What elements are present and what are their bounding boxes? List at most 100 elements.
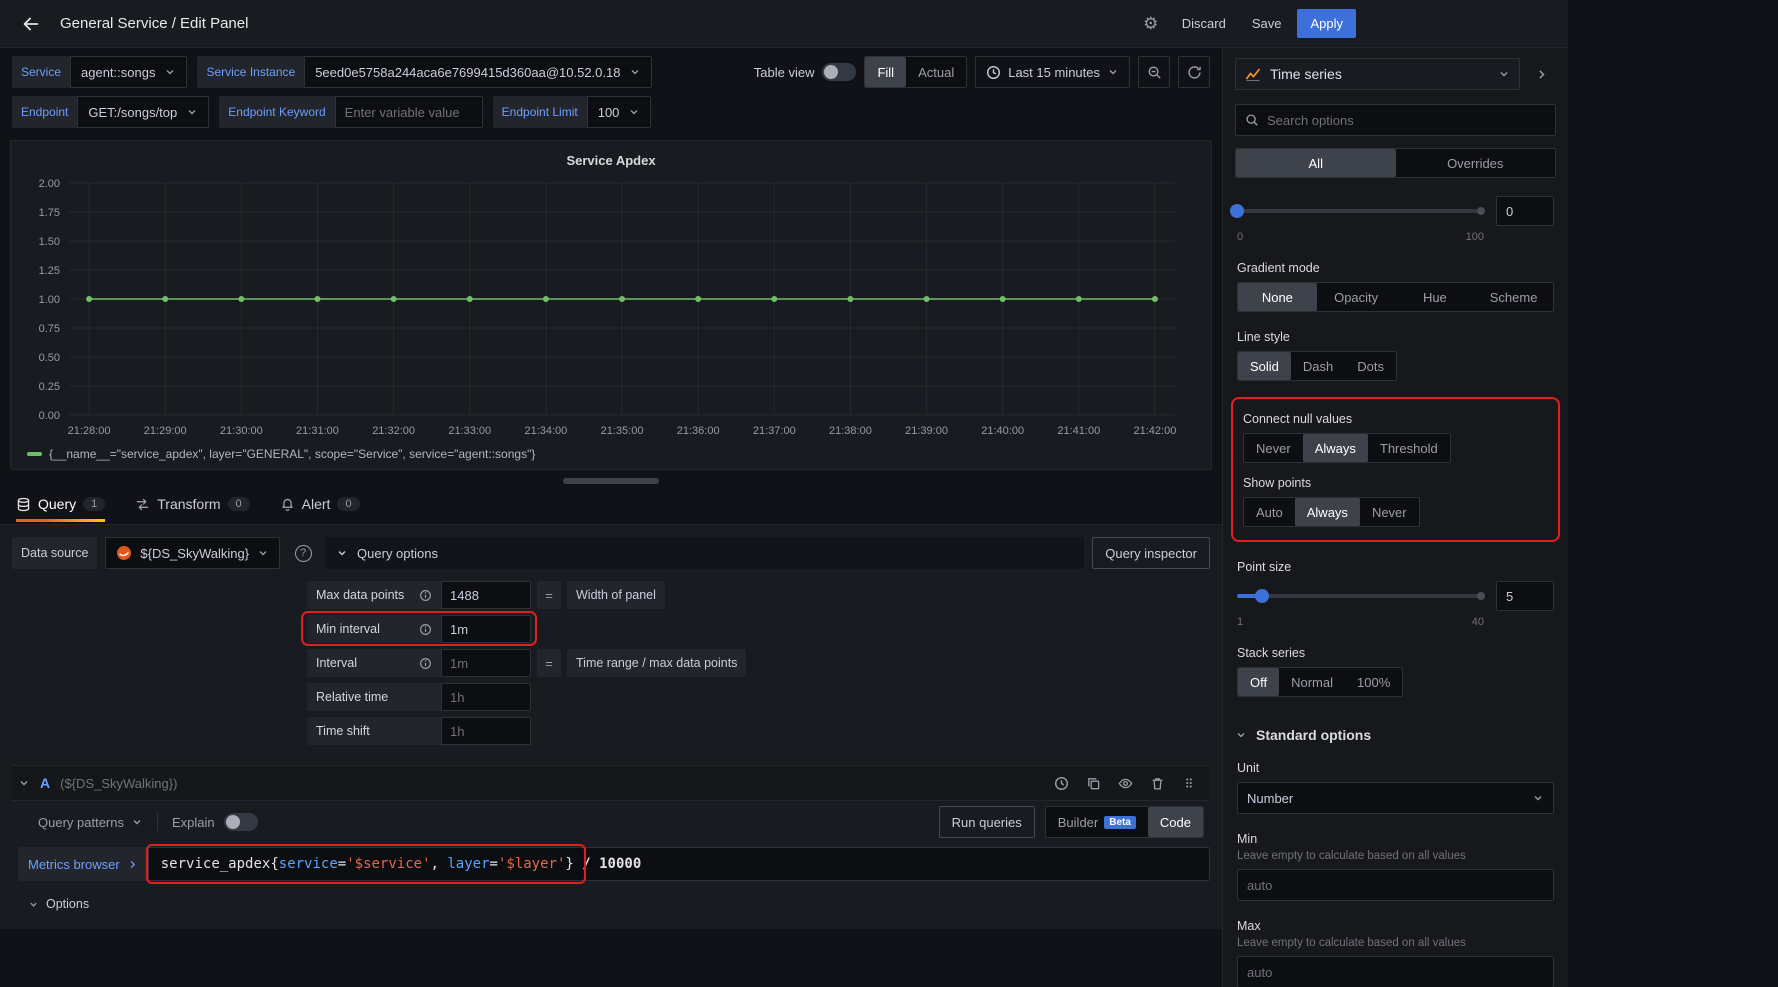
- legend-label: {__name__="service_apdex", layer="GENERA…: [49, 447, 535, 461]
- table-view-toggle[interactable]: [822, 63, 856, 81]
- gradient-opacity[interactable]: Opacity: [1317, 283, 1396, 311]
- tab-all[interactable]: All: [1236, 149, 1396, 177]
- panel-settings-button[interactable]: ⚙: [1136, 9, 1166, 39]
- tab-query[interactable]: Query 1: [16, 486, 105, 522]
- discard-button[interactable]: Discard: [1172, 10, 1236, 37]
- tab-alert[interactable]: Alert 0: [280, 486, 360, 522]
- svg-text:21:42:00: 21:42:00: [1133, 425, 1176, 437]
- copy-icon: [1086, 776, 1101, 791]
- query-inspector-button[interactable]: Query inspector: [1092, 537, 1210, 569]
- query-options-toggle[interactable]: Query options: [326, 537, 1084, 569]
- interval-input[interactable]: [441, 649, 531, 677]
- max-data-points-label: Max data points: [307, 581, 441, 609]
- service-instance-select[interactable]: 5eed0e5758a244aca6e7699415d360aa@10.52.0…: [304, 56, 652, 88]
- query-toolbar: Query patterns Explain Run queries Build…: [12, 801, 1210, 843]
- points-always[interactable]: Always: [1295, 498, 1360, 526]
- min-interval-input[interactable]: [441, 615, 531, 643]
- query-options-label: Query options: [357, 546, 438, 561]
- builder-option[interactable]: Builder Beta: [1046, 807, 1148, 837]
- hide-query-button[interactable]: [1110, 768, 1140, 798]
- slider-handle[interactable]: [1255, 589, 1269, 603]
- nulls-threshold[interactable]: Threshold: [1368, 434, 1450, 462]
- chart-legend[interactable]: {__name__="service_apdex", layer="GENERA…: [21, 445, 1201, 467]
- service-select[interactable]: agent::songs: [70, 56, 187, 88]
- line-dots[interactable]: Dots: [1345, 352, 1396, 380]
- min-input[interactable]: [1237, 869, 1554, 901]
- line-style-label: Line style: [1237, 330, 1554, 344]
- actual-option[interactable]: Actual: [906, 57, 966, 87]
- endpoint-select[interactable]: GET:/songs/top: [77, 96, 209, 128]
- fill-option[interactable]: Fill: [865, 57, 906, 87]
- save-button[interactable]: Save: [1242, 10, 1292, 37]
- delete-query-button[interactable]: [1142, 768, 1172, 798]
- options-search-input[interactable]: [1267, 113, 1546, 128]
- stack-series-group: Off Normal 100%: [1237, 667, 1403, 697]
- endpoint-limit-select[interactable]: 100: [587, 96, 652, 128]
- point-size-slider[interactable]: [1237, 594, 1484, 598]
- query-patterns-button[interactable]: Query patterns: [38, 815, 143, 830]
- tab-transform-count: 0: [228, 497, 250, 511]
- fill-opacity-slider[interactable]: [1237, 209, 1484, 213]
- zoom-out-button[interactable]: [1138, 56, 1170, 88]
- chart-plot-area[interactable]: 0.000.250.500.751.001.251.501.752.0021:2…: [21, 173, 1201, 445]
- tab-overrides[interactable]: Overrides: [1396, 149, 1556, 177]
- nulls-never[interactable]: Never: [1244, 434, 1303, 462]
- relative-time-row: Relative time: [307, 683, 1210, 711]
- max-input[interactable]: [1237, 956, 1554, 987]
- variable-endpoint-limit: Endpoint Limit 100: [493, 96, 652, 128]
- visualization-picker[interactable]: Time series: [1235, 58, 1520, 90]
- stack-100[interactable]: 100%: [1345, 668, 1402, 696]
- time-range-picker[interactable]: Last 15 minutes: [975, 56, 1130, 88]
- query-options-footer[interactable]: Options: [28, 897, 1210, 911]
- search-icon: [1245, 113, 1259, 127]
- panel-resize-handle[interactable]: [563, 478, 659, 484]
- gradient-scheme[interactable]: Scheme: [1474, 283, 1553, 311]
- point-size-value[interactable]: 5: [1496, 581, 1554, 611]
- duplicate-query-button[interactable]: [1078, 768, 1108, 798]
- refresh-button[interactable]: [1178, 56, 1210, 88]
- endpoint-keyword-input[interactable]: [335, 96, 483, 128]
- line-dash[interactable]: Dash: [1291, 352, 1345, 380]
- query-row-header[interactable]: A (${DS_SkyWalking}): [12, 765, 1210, 801]
- points-never[interactable]: Never: [1360, 498, 1419, 526]
- back-button[interactable]: [14, 7, 48, 41]
- max-data-points-input[interactable]: [441, 581, 531, 609]
- datasource-picker[interactable]: ${DS_SkyWalking}: [105, 537, 280, 569]
- tab-transform[interactable]: Transform 0: [135, 486, 249, 522]
- stack-normal[interactable]: Normal: [1279, 668, 1345, 696]
- run-queries-button[interactable]: Run queries: [939, 806, 1035, 838]
- clock-icon: [986, 65, 1001, 80]
- line-solid[interactable]: Solid: [1238, 352, 1291, 380]
- min-label: Min: [1237, 832, 1554, 846]
- time-shift-input[interactable]: [441, 717, 531, 745]
- service-label: Service: [12, 56, 70, 88]
- nulls-always[interactable]: Always: [1303, 434, 1368, 462]
- collapse-pane-button[interactable]: [1526, 59, 1556, 89]
- apply-button[interactable]: Apply: [1297, 9, 1356, 38]
- drag-handle[interactable]: [1174, 768, 1204, 798]
- svg-text:1.75: 1.75: [39, 207, 60, 219]
- fill-opacity-value[interactable]: 0: [1496, 196, 1554, 226]
- tab-transform-label: Transform: [157, 496, 220, 512]
- gradient-none[interactable]: None: [1238, 283, 1317, 311]
- code-option[interactable]: Code: [1148, 807, 1203, 837]
- width-of-panel-chip: Width of panel: [567, 581, 665, 609]
- view-controls: Table view Fill Actual Last 15 minutes: [754, 56, 1210, 88]
- unit-select[interactable]: Number: [1237, 782, 1554, 814]
- stack-off[interactable]: Off: [1238, 668, 1279, 696]
- gradient-mode-label: Gradient mode: [1237, 261, 1554, 275]
- metrics-browser-button[interactable]: Metrics browser: [18, 847, 148, 881]
- promql-editor[interactable]: service_apdex{service='$service', layer=…: [148, 847, 1210, 881]
- slider-handle[interactable]: [1230, 204, 1244, 218]
- gradient-hue[interactable]: Hue: [1396, 283, 1475, 311]
- datasource-help-button[interactable]: ?: [288, 538, 318, 568]
- standard-options-header[interactable]: Standard options: [1235, 727, 1556, 743]
- bell-icon: [280, 497, 295, 512]
- relative-time-input[interactable]: [441, 683, 531, 711]
- explain-toggle[interactable]: [224, 813, 258, 831]
- min-field: Min Leave empty to calculate based on al…: [1235, 832, 1556, 901]
- options-footer-label: Options: [46, 897, 89, 911]
- points-auto[interactable]: Auto: [1244, 498, 1295, 526]
- connect-null-values-field: Connect null values Never Always Thresho…: [1241, 412, 1550, 463]
- query-history-button[interactable]: [1046, 768, 1076, 798]
